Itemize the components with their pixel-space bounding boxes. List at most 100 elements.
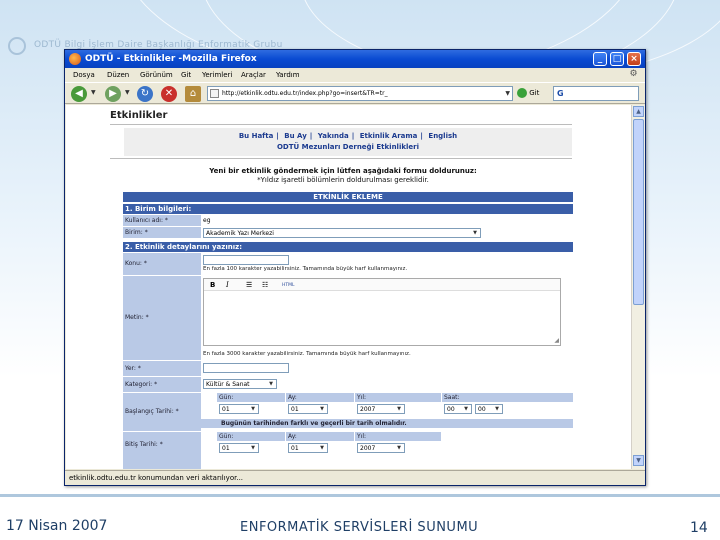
date-warning: Bugünün tarihinden farklı ve geçerli bir… (201, 419, 573, 428)
footer-page-number: 14 (690, 520, 708, 536)
link-etkinlik-arama[interactable]: Etkinlik Arama (360, 132, 418, 140)
go-button[interactable]: Git (517, 88, 547, 100)
menu-git[interactable]: Git (181, 71, 191, 79)
footer-title: ENFORMATİK SERVİSLERİ SUNUMU (240, 520, 479, 535)
menu-yerimleri[interactable]: Yerimleri (202, 71, 232, 79)
form-intro: Yeni bir etkinlik göndermek için lütfen … (209, 167, 477, 175)
konu-row: En fazla 100 karakter yazabilirsiniz. Ta… (201, 253, 573, 275)
kategori-label: Kategori: * (123, 377, 201, 392)
reload-icon[interactable]: ↻ (137, 86, 153, 102)
search-field[interactable]: G (553, 86, 639, 101)
yer-row (201, 361, 573, 376)
chevron-down-icon: ▼ (269, 381, 273, 387)
yer-label: Yer: * (123, 361, 201, 376)
end-gun-header: Gün: (217, 432, 285, 441)
forward-arrow-icon[interactable]: ▶ (105, 86, 121, 102)
start-yil-header: Yıl: (355, 393, 441, 402)
chevron-down-icon: ▼ (320, 445, 324, 451)
birim-row: Akademik Yazı Merkezi ▼ (201, 227, 573, 238)
start-gun-header: Gün: (217, 393, 285, 402)
start-saat-header: Saat: (442, 393, 573, 402)
link-bu-hafta[interactable]: Bu Hafta (239, 132, 273, 140)
end-ay-select[interactable]: 01 ▼ (288, 443, 328, 453)
birim-selected-value: Akademik Yazı Merkezi (206, 230, 274, 237)
url-dropdown-icon[interactable]: ▼ (505, 87, 510, 100)
go-label: Git (529, 89, 540, 97)
stop-icon[interactable]: ✕ (161, 86, 177, 102)
footer-divider (0, 494, 720, 497)
metin-editor[interactable]: B I ☰ ☷ HTML ◢ (203, 278, 561, 346)
chevron-down-icon: ▼ (251, 445, 255, 451)
kullanici-value: eg (201, 215, 573, 226)
resize-grip-icon[interactable]: ◢ (554, 337, 559, 344)
start-ay-header: Ay: (286, 393, 354, 402)
scrollbar-thumb[interactable] (633, 119, 644, 305)
back-arrow-icon[interactable]: ◀ (71, 86, 87, 102)
minimize-button[interactable]: _ (593, 52, 607, 66)
chevron-down-icon: ▼ (397, 445, 401, 451)
page-title: Etkinlikler (110, 110, 168, 121)
yer-input[interactable] (203, 363, 289, 373)
start-ay-select[interactable]: 01 ▼ (288, 404, 328, 414)
start-dakika-select[interactable]: 00 ▼ (475, 404, 503, 414)
link-bu-ay[interactable]: Bu Ay (284, 132, 307, 140)
menu-duzen[interactable]: Düzen (107, 71, 129, 79)
chevron-down-icon: ▼ (495, 406, 499, 412)
event-nav-links: Bu Hafta | Bu Ay | Yakında | Etkinlik Arama… (124, 128, 572, 156)
konu-note: En fazla 100 karakter yazabilirsiniz. Ta… (203, 266, 408, 272)
menu-dosya[interactable]: Dosya (73, 71, 95, 79)
scroll-down-arrow-icon[interactable]: ▼ (633, 455, 644, 466)
baslangic-row: Gün: Ay: Yıl: Saat: 01 ▼ 01 ▼ 2007 ▼ 00 ▼ 00… (201, 393, 573, 431)
scroll-up-arrow-icon[interactable]: ▲ (633, 106, 644, 117)
section-birim-header: 1. Birim bilgileri: (123, 204, 573, 214)
firefox-icon (69, 53, 81, 65)
menu-gorunum[interactable]: Görünüm (140, 71, 173, 79)
home-icon[interactable]: ⌂ (185, 86, 201, 102)
editor-toolbar: B I ☰ ☷ HTML (204, 279, 560, 291)
start-gun-select[interactable]: 01 ▼ (219, 404, 259, 414)
title-divider (110, 124, 572, 125)
bold-button[interactable]: B (210, 281, 215, 289)
link-english[interactable]: English (428, 132, 457, 140)
url-field[interactable]: http://etkinlik.odtu.edu.tr/index.php?go… (207, 86, 513, 101)
birim-select[interactable]: Akademik Yazı Merkezi ▼ (203, 228, 481, 238)
link-yakinda[interactable]: Yakında (318, 132, 349, 140)
start-saat-select[interactable]: 00 ▼ (444, 404, 472, 414)
end-yil-select[interactable]: 2007 ▼ (357, 443, 405, 453)
bullet-list-icon[interactable]: ☰ (246, 281, 252, 289)
kategori-row: Kültür & Sanat ▼ (201, 377, 573, 392)
search-engine-google-icon: G (557, 89, 564, 98)
close-button[interactable]: × (627, 52, 641, 66)
kullanici-label: Kullanıcı adı: * (123, 215, 201, 226)
form-title: ETKİNLİK EKLEME (123, 192, 573, 202)
window-title: ODTÜ - Etkinlikler -Mozilla Firefox (85, 54, 257, 64)
browser-window: ODTÜ - Etkinlikler -Mozilla Firefox _ □ … (64, 49, 646, 486)
html-source-button[interactable]: HTML (282, 283, 295, 288)
link-mezunlar-dernegi[interactable]: ODTÜ Mezunları Derneği Etkinlikleri (277, 143, 419, 151)
maximize-button[interactable]: □ (610, 52, 624, 66)
back-history-dropdown-icon[interactable]: ▼ (91, 89, 96, 96)
menu-bar: Dosya Düzen Görünüm Git Yerimleri Araçla… (65, 68, 645, 82)
required-note: *Yıldız işaretli bölümlerin doldurulması… (257, 176, 429, 184)
window-titlebar: ODTÜ - Etkinlikler -Mozilla Firefox _ □ … (65, 50, 645, 68)
numbered-list-icon[interactable]: ☷ (262, 281, 268, 289)
menu-yardim[interactable]: Yardım (276, 71, 300, 79)
start-yil-select[interactable]: 2007 ▼ (357, 404, 405, 414)
konu-label: Konu: * (123, 253, 201, 275)
metin-row: B I ☰ ☷ HTML ◢ En fazla 3000 karakter ya… (201, 276, 573, 360)
navigation-toolbar: ◀ ▼ ▶ ▼ ↻ ✕ ⌂ http://etkinlik.odtu.edu.t… (65, 82, 645, 104)
end-ay-header: Ay: (286, 432, 354, 441)
nav-divider (110, 158, 572, 159)
chevron-down-icon: ▼ (397, 406, 401, 412)
metin-label: Metin: * (123, 276, 201, 360)
throbber-gear-icon: ⚙ (629, 69, 638, 79)
italic-button[interactable]: I (226, 281, 229, 289)
kategori-select[interactable]: Kültür & Sanat ▼ (203, 379, 277, 389)
vertical-scrollbar[interactable]: ▲ ▼ (631, 105, 645, 469)
forward-history-dropdown-icon[interactable]: ▼ (125, 89, 130, 96)
end-gun-select[interactable]: 01 ▼ (219, 443, 259, 453)
kategori-selected-value: Kültür & Sanat (206, 381, 250, 388)
menu-araclar[interactable]: Araçlar (241, 71, 266, 79)
footer-date: 17 Nisan 2007 (6, 518, 108, 534)
konu-input[interactable] (203, 255, 289, 265)
